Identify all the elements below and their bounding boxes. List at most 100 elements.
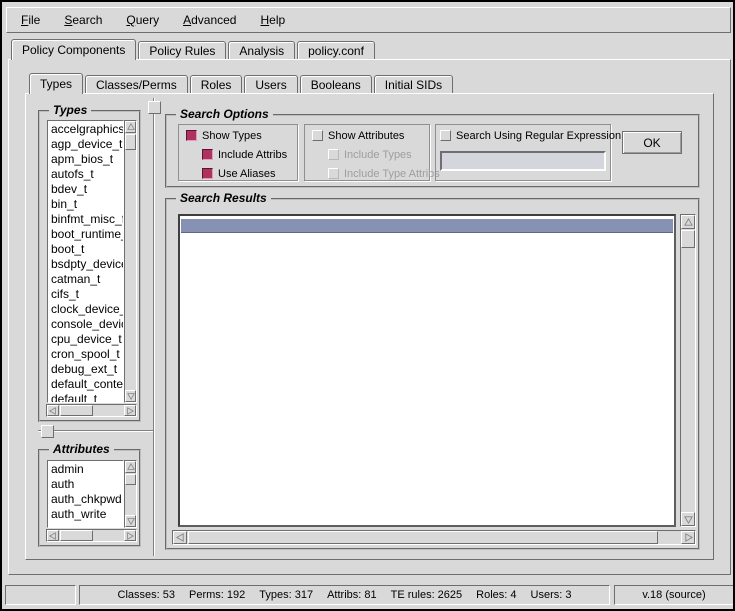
checkbox-label: Include Attribs	[218, 149, 287, 161]
scroll-down-button[interactable]	[125, 390, 136, 402]
tab-policy-conf[interactable]: policy.conf	[297, 41, 375, 60]
stat-attribs: Attribs: 81	[327, 589, 377, 601]
policy-stats: Classes: 53 Perms: 192 Types: 317 Attrib…	[118, 589, 572, 601]
scroll-down-button[interactable]	[681, 512, 695, 526]
scroll-left-button[interactable]	[47, 405, 59, 416]
list-item[interactable]: clock_device_t	[51, 302, 123, 317]
scroll-thumb[interactable]	[60, 405, 93, 416]
list-item[interactable]: bdev_t	[51, 182, 123, 197]
list-item[interactable]: default_t	[51, 392, 123, 403]
scroll-left-button[interactable]	[47, 530, 59, 541]
include-attribs-checkbox[interactable]: Include Attribs	[202, 148, 287, 161]
list-item[interactable]: cifs_t	[51, 287, 123, 302]
attributes-listbox[interactable]: admin auth auth_chkpwd auth_write	[47, 460, 124, 528]
status-cell-stats: Classes: 53 Perms: 192 Types: 317 Attrib…	[79, 585, 610, 605]
list-item[interactable]: console_device	[51, 317, 123, 332]
tab-policy-rules[interactable]: Policy Rules	[138, 41, 226, 60]
attributes-group-title: Attributes	[49, 442, 114, 456]
tab-roles[interactable]: Roles	[190, 75, 243, 93]
checkbox-label: Show Types	[202, 130, 262, 142]
checkbox-indicator	[440, 130, 451, 141]
list-item[interactable]: bin_t	[51, 197, 123, 212]
regex-checkbox[interactable]: Search Using Regular Expression	[440, 129, 621, 142]
show-attributes-checkbox[interactable]: Show Attributes	[312, 129, 404, 142]
pane-sash-line	[38, 430, 154, 432]
types-vscrollbar[interactable]	[124, 120, 137, 403]
scroll-up-button[interactable]	[125, 461, 136, 473]
scroll-thumb[interactable]	[125, 134, 136, 150]
types-listbox[interactable]: accelgraphics_e agp_device_t apm_bios_t …	[47, 120, 124, 403]
scroll-thumb[interactable]	[681, 230, 695, 248]
tab-types[interactable]: Types	[29, 73, 83, 94]
list-item[interactable]: autofs_t	[51, 167, 123, 182]
stat-classes: Classes: 53	[118, 589, 175, 601]
list-item[interactable]: bsdpty_device_	[51, 257, 123, 272]
list-item[interactable]: admin	[51, 462, 123, 477]
regex-entry-wrap	[440, 151, 606, 171]
scroll-right-button[interactable]	[681, 531, 695, 544]
pane-sash-handle[interactable]	[41, 425, 54, 438]
scroll-right-button[interactable]	[124, 405, 136, 416]
search-results-title: Search Results	[176, 191, 271, 205]
stat-te-rules: TE rules: 2625	[391, 589, 463, 601]
right-arrow-icon	[684, 533, 693, 542]
attributes-vscrollbar[interactable]	[124, 460, 137, 528]
results-vscrollbar[interactable]	[680, 214, 696, 527]
checkbox-label: Use Aliases	[218, 168, 275, 180]
menu-help[interactable]: Help	[255, 11, 290, 29]
tab-classes-perms[interactable]: Classes/Perms	[85, 75, 188, 93]
menu-query[interactable]: Query	[121, 11, 164, 29]
apol-window: File Search Query Advanced Help Policy C…	[0, 0, 735, 611]
scroll-left-button[interactable]	[173, 531, 187, 544]
scroll-up-button[interactable]	[681, 215, 695, 229]
list-item[interactable]: catman_t	[51, 272, 123, 287]
list-item[interactable]: cpu_device_t	[51, 332, 123, 347]
scroll-down-button[interactable]	[125, 515, 136, 527]
list-item[interactable]: auth_chkpwd	[51, 492, 123, 507]
list-item[interactable]: default_context	[51, 377, 123, 392]
search-results-text[interactable]	[178, 214, 676, 527]
tab-initial-sids[interactable]: Initial SIDs	[374, 75, 453, 93]
menu-file[interactable]: File	[16, 11, 45, 29]
checkbox-indicator	[202, 168, 213, 179]
tab-analysis[interactable]: Analysis	[228, 41, 295, 60]
scroll-up-button[interactable]	[125, 121, 136, 133]
scroll-thumb[interactable]	[188, 531, 658, 544]
attributes-hscrollbar[interactable]	[46, 529, 137, 542]
list-item[interactable]: cron_spool_t	[51, 347, 123, 362]
list-item[interactable]: binfmt_misc_fs	[51, 212, 123, 227]
scroll-thumb[interactable]	[60, 530, 93, 541]
stat-perms: Perms: 192	[189, 589, 245, 601]
use-aliases-checkbox[interactable]: Use Aliases	[202, 167, 275, 180]
tab-policy-components[interactable]: Policy Components	[11, 39, 136, 60]
component-tabrow: Types Classes/Perms Roles Users Booleans…	[29, 73, 453, 94]
types-hscrollbar[interactable]	[46, 404, 137, 417]
regex-input[interactable]	[440, 151, 606, 171]
list-item[interactable]: boot_runtime_t	[51, 227, 123, 242]
checkbox-indicator	[328, 168, 339, 179]
show-types-checkbox[interactable]: Show Types	[186, 129, 262, 142]
right-arrow-icon	[126, 407, 134, 415]
list-item[interactable]: debug_ext_t	[51, 362, 123, 377]
checkbox-indicator	[328, 149, 339, 160]
stat-roles: Roles: 4	[476, 589, 516, 601]
tab-users[interactable]: Users	[244, 75, 297, 93]
left-arrow-icon	[49, 532, 57, 540]
results-hscrollbar[interactable]	[172, 530, 696, 545]
list-item[interactable]: auth	[51, 477, 123, 492]
menu-advanced[interactable]: Advanced	[178, 11, 241, 29]
pane-sash-handle-vertical[interactable]	[148, 101, 161, 114]
menu-search[interactable]: Search	[59, 11, 107, 29]
tab-booleans[interactable]: Booleans	[300, 75, 372, 93]
left-arrow-icon	[49, 407, 57, 415]
list-item[interactable]: auth_write	[51, 507, 123, 522]
list-item[interactable]: boot_t	[51, 242, 123, 257]
ok-button[interactable]: OK	[622, 131, 682, 154]
list-item[interactable]: accelgraphics_e	[51, 122, 123, 137]
checkbox-label: Include Types	[344, 149, 412, 161]
scroll-right-button[interactable]	[124, 530, 136, 541]
scroll-thumb[interactable]	[125, 474, 136, 485]
list-item[interactable]: apm_bios_t	[51, 152, 123, 167]
up-arrow-icon	[684, 218, 693, 227]
list-item[interactable]: agp_device_t	[51, 137, 123, 152]
